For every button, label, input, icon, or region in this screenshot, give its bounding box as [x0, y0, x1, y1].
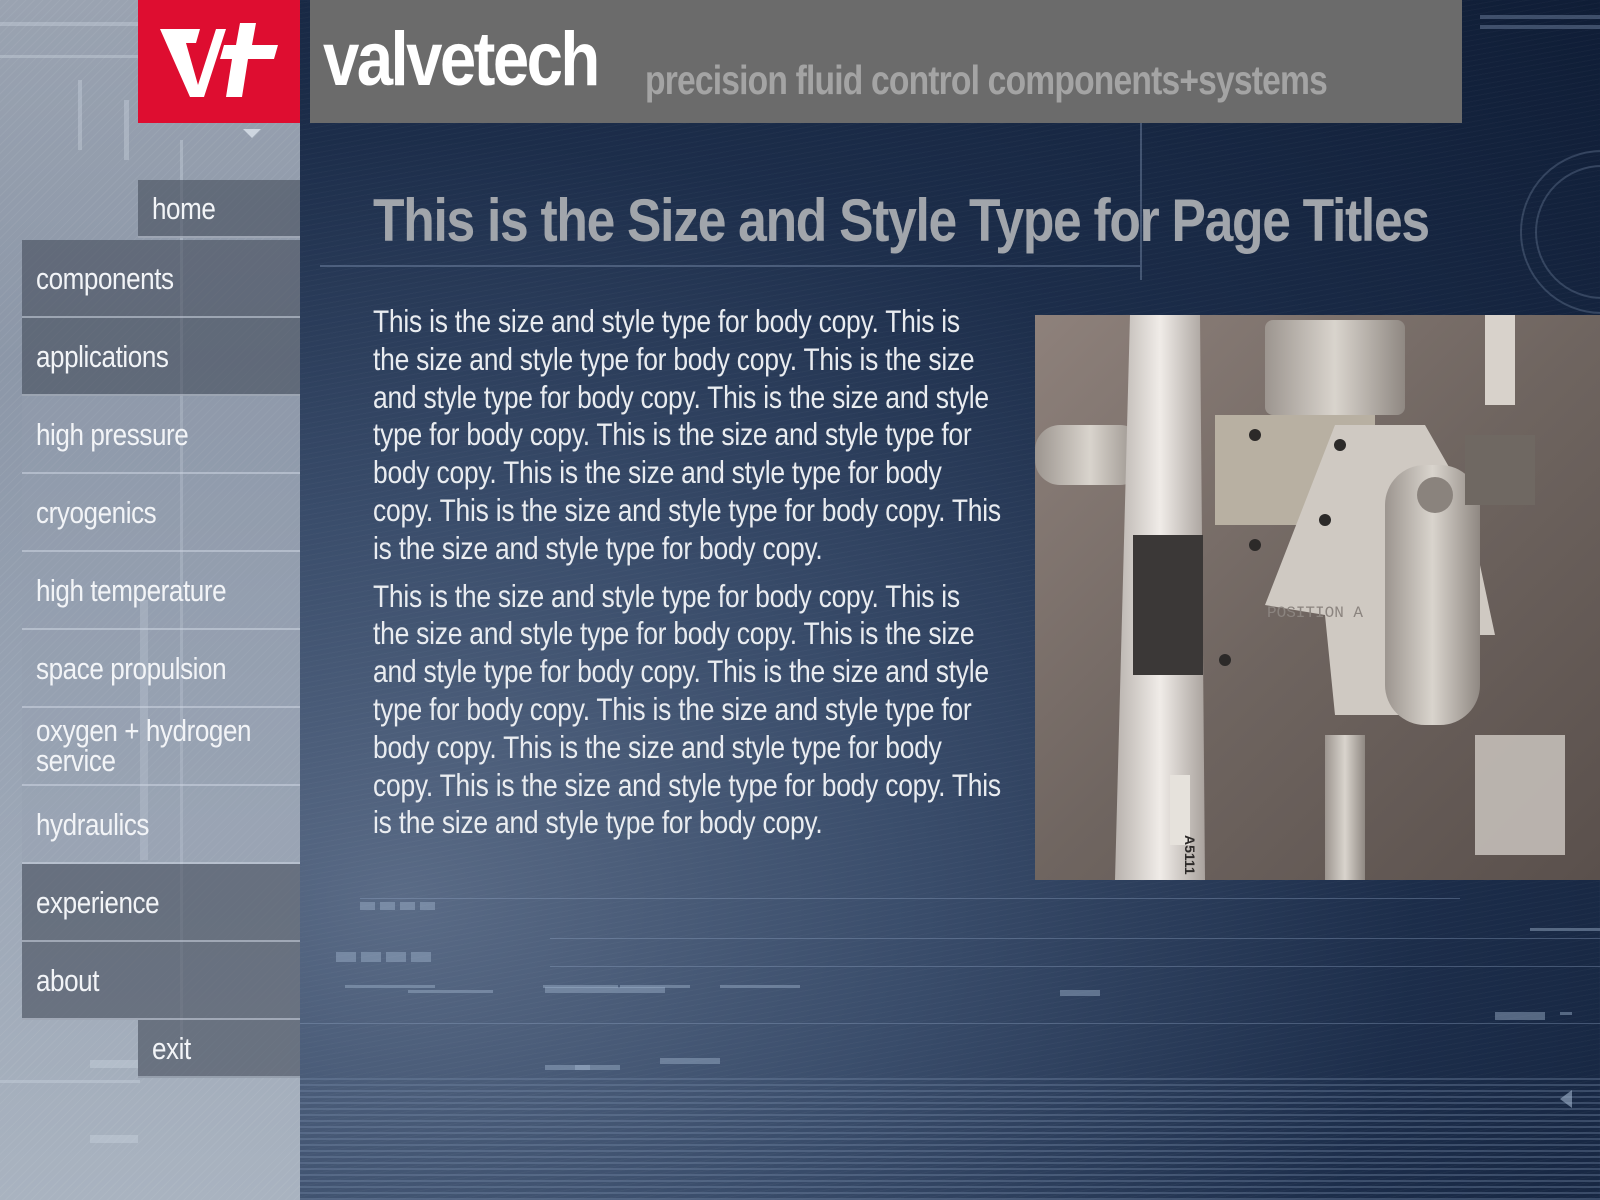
background-line-pattern	[300, 1078, 1600, 1200]
nav-item-label: high temperature	[36, 572, 227, 608]
nav-item-about[interactable]: about	[22, 942, 300, 1020]
nav-item-label: hydraulics	[36, 806, 150, 842]
nav-item-label: about	[36, 962, 100, 998]
nav-item-label: exit	[152, 1030, 191, 1066]
nav-item-label: applications	[36, 338, 169, 374]
nav-item-components[interactable]: components	[22, 240, 300, 318]
nav-item-exit[interactable]: exit	[138, 1020, 300, 1078]
body-copy: This is the size and style type for body…	[373, 303, 1003, 852]
nav-item-label: oxygen + hydrogen service	[36, 712, 252, 778]
valve-photo-illustration: POSITION A A5111	[1035, 315, 1600, 880]
brand-name: valvetech	[323, 17, 600, 102]
nav-item-high-temperature[interactable]: high temperature	[22, 552, 300, 630]
nav-item-cryogenics[interactable]: cryogenics	[22, 474, 300, 552]
nav-item-label: home	[152, 190, 216, 226]
nav-item-applications[interactable]: applications	[22, 318, 300, 396]
photo-label-position: POSITION A	[1267, 604, 1363, 622]
nav-item-oxygen-hydrogen-service[interactable]: oxygen + hydrogen service	[22, 708, 300, 786]
body-paragraph: This is the size and style type for body…	[373, 577, 1001, 841]
nav-item-home[interactable]: home	[138, 180, 300, 238]
nav-item-experience[interactable]: experience	[22, 864, 300, 942]
nav-item-high-pressure[interactable]: high pressure	[22, 396, 300, 474]
main-navigation: home components applications high pressu…	[0, 0, 300, 1200]
nav-item-label: space propulsion	[36, 650, 227, 686]
nav-item-label: high pressure	[36, 416, 189, 452]
nav-item-space-propulsion[interactable]: space propulsion	[22, 630, 300, 708]
page-title: This is the Size and Style Type for Page…	[373, 187, 1430, 254]
nav-item-label: cryogenics	[36, 494, 157, 530]
valve-assembly-photo: POSITION A A5111	[1035, 315, 1600, 880]
body-paragraph: This is the size and style type for body…	[373, 303, 1001, 566]
nav-item-hydraulics[interactable]: hydraulics	[22, 786, 300, 864]
photo-label-a5111: A5111	[1182, 835, 1198, 875]
nav-item-label: components	[36, 260, 174, 296]
header-bar: valvetech precision fluid control compon…	[310, 0, 1462, 123]
tagline: precision fluid control components+syste…	[645, 57, 1328, 103]
nav-item-label: experience	[36, 884, 160, 920]
